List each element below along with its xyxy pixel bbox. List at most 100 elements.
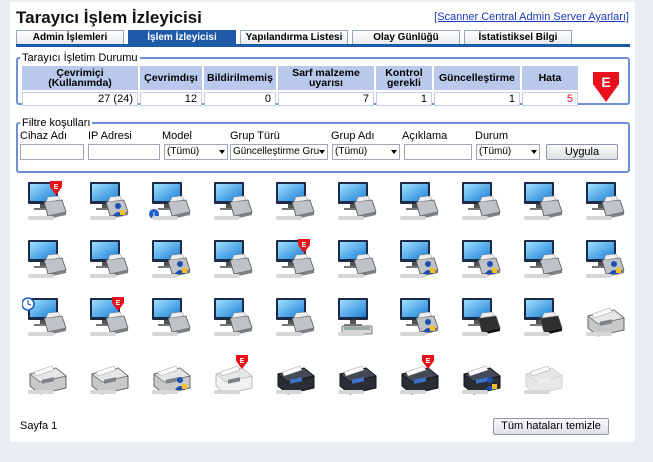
- scanner-tile[interactable]: E: [82, 294, 142, 350]
- scanner-label-placeholder: [152, 274, 178, 278]
- ip-address-input[interactable]: [88, 144, 160, 160]
- chevron-down-icon: [391, 150, 397, 154]
- filter-legend: Filtre koşulları: [22, 117, 91, 129]
- scanner-tile[interactable]: [206, 178, 266, 234]
- group-name-select[interactable]: (Tümü): [332, 144, 400, 160]
- scanner-tile[interactable]: [82, 236, 142, 292]
- scanner-label-placeholder: [28, 332, 54, 336]
- unnotified-count: 0: [204, 92, 276, 106]
- scanner-label-placeholder: [524, 216, 550, 220]
- scanner-label-placeholder: [214, 216, 240, 220]
- scanner-tile[interactable]: [516, 178, 576, 234]
- scanner-tile[interactable]: [454, 294, 514, 350]
- scanner-tile[interactable]: E: [392, 352, 452, 408]
- scanner-tile[interactable]: [578, 178, 638, 234]
- scanner-label-placeholder: [152, 216, 178, 220]
- page-indicator: Sayfa 1: [20, 420, 58, 432]
- scanner-label-placeholder: [28, 216, 54, 220]
- scanner-label-placeholder: [90, 216, 116, 220]
- tab-configuration-list[interactable]: Yapılandırma Listesi: [240, 30, 348, 44]
- scanner-label-placeholder: [276, 274, 302, 278]
- scanner-tile[interactable]: [206, 236, 266, 292]
- scanner-tile[interactable]: E: [20, 178, 80, 234]
- scanner-tile[interactable]: [392, 178, 452, 234]
- scanner-tile[interactable]: [144, 294, 204, 350]
- offline-count: 12: [140, 92, 202, 106]
- scanner-grid: E i E E E E: [10, 176, 635, 406]
- unnotified-header: Bildirilmemiş: [204, 66, 276, 90]
- scanner-label-placeholder: [28, 390, 54, 394]
- scanner-tile[interactable]: [268, 294, 328, 350]
- scanner-tile[interactable]: [330, 236, 390, 292]
- apply-button[interactable]: Uygula: [546, 144, 618, 160]
- filter-labels: Cihaz Adı IP Adresi Model Grup Türü Grup…: [18, 129, 628, 142]
- admin-server-settings-link[interactable]: [Scanner Central Admin Server Ayarları]: [434, 11, 629, 23]
- tab-admin-operations[interactable]: Admin İşlemleri: [16, 30, 124, 44]
- scanner-tile[interactable]: [330, 294, 390, 350]
- scanner-tile[interactable]: [20, 352, 80, 408]
- scanner-tile[interactable]: [392, 294, 452, 350]
- scanner-label-placeholder: [524, 274, 550, 278]
- scanner-tile[interactable]: [206, 294, 266, 350]
- description-input[interactable]: [404, 144, 472, 160]
- scanner-tile[interactable]: [516, 236, 576, 292]
- scanner-tile[interactable]: [454, 178, 514, 234]
- state-label: Durum: [475, 130, 509, 142]
- clear-all-errors-button[interactable]: Tüm hataları temizle: [493, 418, 609, 435]
- scanner-tile[interactable]: [20, 236, 80, 292]
- description-label: Açıklama: [402, 130, 448, 142]
- scanner-label-placeholder: [524, 332, 550, 336]
- scanner-tile[interactable]: [144, 352, 204, 408]
- scanner-tile[interactable]: [454, 352, 514, 408]
- tab-event-log[interactable]: Olay Günlüğü: [352, 30, 460, 44]
- scanner-tile[interactable]: E: [268, 236, 328, 292]
- offline-header: Çevrimdışı: [140, 66, 202, 90]
- tab-statistics[interactable]: İstatistiksel Bilgi: [464, 30, 572, 44]
- model-label: Model: [162, 130, 192, 142]
- scanner-tile[interactable]: [82, 352, 142, 408]
- group-type-select[interactable]: Güncelleştirme Gru: [230, 144, 328, 160]
- scanner-tile[interactable]: [578, 294, 638, 350]
- scanner-tile[interactable]: [82, 178, 142, 234]
- scanner-label-placeholder: [152, 332, 178, 336]
- scanner-tile[interactable]: [330, 178, 390, 234]
- scanner-tile[interactable]: [516, 352, 576, 408]
- filter-panel: Filtre koşulları Cihaz Adı IP Adresi Mod…: [16, 117, 630, 173]
- scanner-tile[interactable]: E: [206, 352, 266, 408]
- device-name-label: Cihaz Adı: [20, 130, 68, 142]
- scanner-label-placeholder: [276, 332, 302, 336]
- scanner-label-placeholder: [462, 274, 488, 278]
- svg-text:E: E: [116, 300, 121, 307]
- scanner-tile[interactable]: [20, 294, 80, 350]
- model-select[interactable]: (Tümü): [164, 144, 228, 160]
- scanner-label-placeholder: [338, 216, 364, 220]
- scanner-label-placeholder: [338, 390, 364, 394]
- svg-text:E: E: [240, 358, 245, 365]
- tab-operation-monitor[interactable]: İşlem İzleyicisi: [128, 30, 236, 44]
- scanner-tile[interactable]: i: [144, 178, 204, 234]
- scanner-label-placeholder: [276, 390, 302, 394]
- scanner-label-placeholder: [90, 332, 116, 336]
- scanner-tile[interactable]: [144, 236, 204, 292]
- scanner-tile[interactable]: [268, 352, 328, 408]
- scanner-label-placeholder: [338, 274, 364, 278]
- state-select[interactable]: (Tümü): [476, 144, 540, 160]
- consumable-warning-header: Sarf malzeme uyarısı: [277, 66, 374, 90]
- error-badge-icon: E: [593, 72, 619, 102]
- svg-text:E: E: [54, 184, 59, 191]
- scanner-tile[interactable]: [516, 294, 576, 350]
- scanner-tile[interactable]: [578, 236, 638, 292]
- scanner-tile[interactable]: [392, 236, 452, 292]
- scanner-label-placeholder: [400, 274, 426, 278]
- online-header: Çevrimiçi (Kullanımda): [22, 66, 138, 90]
- scanner-label-placeholder: [524, 390, 550, 394]
- scanner-tile[interactable]: [454, 236, 514, 292]
- scanner-label-placeholder: [152, 390, 178, 394]
- scanner-label-placeholder: [214, 390, 240, 394]
- scanner-label-placeholder: [400, 390, 426, 394]
- scanner-tile[interactable]: [268, 178, 328, 234]
- page-title: Tarayıcı İşlem İzleyicisi: [16, 8, 202, 27]
- scanner-tile[interactable]: [330, 352, 390, 408]
- device-name-input[interactable]: [20, 144, 84, 160]
- ip-address-label: IP Adresi: [88, 130, 132, 142]
